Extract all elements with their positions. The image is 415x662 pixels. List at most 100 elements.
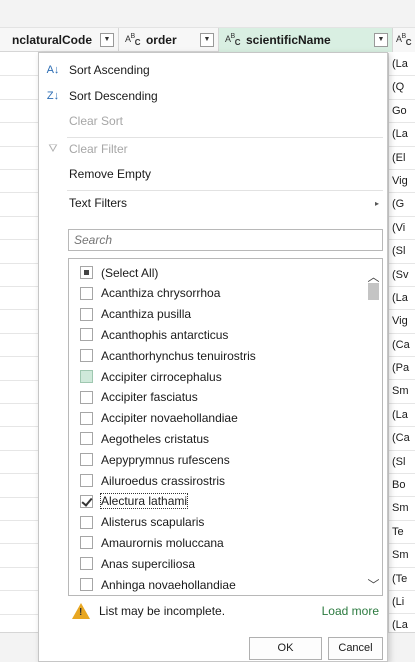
list-item-label: Accipiter novaehollandiae (101, 411, 238, 426)
checkbox[interactable] (80, 349, 93, 363)
column-header-label: scientificName (245, 33, 331, 47)
text-type-icon: ABC (125, 33, 140, 47)
column-header-order[interactable]: ABC order ▼ (119, 28, 219, 52)
checkbox[interactable] (80, 453, 93, 467)
grid-row-line (0, 75, 38, 77)
list-item[interactable]: Acanthorhynchus tenuirostris (69, 345, 256, 366)
grid-row-line (0, 122, 38, 124)
grid-cell[interactable]: Te (389, 521, 415, 545)
grid-cell[interactable]: (Pa (389, 357, 415, 381)
remove-empty-item[interactable]: Remove Empty (39, 161, 387, 187)
load-more-link[interactable]: Load more (322, 604, 379, 618)
checkbox[interactable] (80, 266, 93, 279)
grid-cell[interactable]: Bo (389, 474, 415, 498)
cancel-button[interactable]: Cancel (328, 637, 383, 660)
checkbox[interactable] (80, 328, 93, 342)
checkbox[interactable] (80, 515, 93, 529)
list-item[interactable]: Anas superciliosa (69, 553, 195, 574)
grid-row-line (0, 145, 38, 147)
grid-cell[interactable]: Vig (389, 170, 415, 194)
checkbox[interactable] (80, 390, 93, 404)
grid-cell[interactable]: (La (389, 53, 415, 77)
grid-cell[interactable]: (La (389, 123, 415, 147)
filter-dropdown-button[interactable]: ▼ (200, 33, 214, 47)
column-header-label: nclaturalCode (11, 33, 92, 47)
sort-descending-item[interactable]: Z↓ Sort Descending (39, 83, 387, 109)
list-item[interactable]: Anhinga novaehollandiae (69, 574, 236, 595)
grid-cell[interactable]: (Sl (389, 451, 415, 475)
grid-cell[interactable]: (Sl (389, 240, 415, 264)
grid-cell[interactable]: (La (389, 287, 415, 311)
grid-row-line (0, 403, 38, 404)
list-item[interactable]: Accipiter novaehollandiae (69, 408, 238, 429)
list-item[interactable]: Aepyprymnus rufescens (69, 449, 230, 470)
list-item[interactable]: Acanthophis antarcticus (69, 324, 228, 345)
grid-cell[interactable]: (Q (389, 76, 415, 100)
column-header-next[interactable]: ABC (393, 28, 415, 52)
grid-cell[interactable]: (Ca (389, 334, 415, 358)
list-item[interactable]: Acanthiza pusilla (69, 304, 191, 325)
checkbox[interactable] (80, 411, 93, 425)
checkbox[interactable] (80, 307, 93, 321)
list-item-label: Aegotheles cristatus (101, 431, 210, 446)
clear-filter-item[interactable]: ⛛ Clear Filter (39, 136, 387, 162)
filter-dropdown-panel: A↓ Sort Ascending Z↓ Sort Descending Cle… (38, 52, 388, 662)
value-checkbox-list: ︿ ﹀ (Select All) Acanthiza chrysorrhoa Aca… (68, 258, 383, 596)
list-item[interactable]: Acanthiza chrysorrhoa (69, 283, 220, 304)
list-item[interactable]: Aegotheles cristatus (69, 428, 209, 449)
clear-filter-icon: ⛛ (48, 142, 58, 155)
list-item[interactable]: Accipiter cirrocephalus (69, 366, 222, 387)
menu-item-label: Clear Sort (69, 114, 124, 128)
list-item-label: Amaurornis moluccana (101, 535, 224, 550)
grid-cell[interactable]: (El (389, 147, 415, 170)
grid-cell[interactable]: (Li (389, 591, 415, 615)
grid-cell[interactable]: (G (389, 193, 415, 217)
incomplete-list-warning: ! List may be incomplete. (72, 603, 225, 619)
select-all-item[interactable]: (Select All) (69, 262, 158, 283)
grid-cell[interactable]: Sm (389, 497, 415, 521)
grid-row-line (0, 379, 38, 381)
checkbox[interactable] (80, 494, 93, 508)
grid-row-line (0, 286, 38, 287)
checkbox[interactable] (80, 432, 93, 446)
grid-cell[interactable]: Sm (389, 544, 415, 568)
grid-row-line (0, 332, 38, 334)
list-scrollbar[interactable]: ︿ ﹀ (365, 259, 382, 595)
grid-cell[interactable]: Vig (389, 310, 415, 334)
grid-cell[interactable]: (Te (389, 568, 415, 591)
list-item-label: Accipiter fasciatus (101, 390, 198, 405)
text-type-icon: ABC (396, 33, 411, 47)
list-item[interactable]: Ailuroedus crassirostris (69, 470, 225, 491)
list-item[interactable]: Amaurornis moluccana (69, 532, 224, 553)
list-item-label: Anhinga novaehollandiae (101, 577, 236, 592)
column-header-scientificname[interactable]: ABC scientificName ▼ (219, 28, 393, 52)
grid-cell[interactable]: (La (389, 404, 415, 428)
list-item[interactable]: Accipiter fasciatus (69, 387, 198, 408)
grid-cell[interactable]: (Sv (389, 264, 415, 287)
filter-dropdown-button[interactable]: ▼ (100, 33, 114, 47)
ok-button[interactable]: OK (249, 637, 322, 660)
checkbox[interactable] (80, 578, 93, 591)
list-item-label: Acanthophis antarcticus (101, 327, 229, 342)
grid-cell[interactable]: (Ca (389, 427, 415, 451)
filter-dropdown-button[interactable]: ▼ (374, 33, 388, 47)
list-item[interactable]: Alisterus scapularis (69, 512, 204, 533)
grid-left-area (0, 52, 38, 638)
scrollbar-thumb[interactable] (368, 283, 379, 300)
column-header-nomenclaturalcode[interactable]: nclaturalCode ▼ (0, 28, 119, 52)
checkbox[interactable] (80, 474, 93, 487)
checkbox[interactable] (80, 286, 93, 300)
text-filters-item[interactable]: Text Filters ▸ (39, 190, 387, 216)
checkbox[interactable] (80, 370, 93, 383)
checkbox[interactable] (80, 557, 93, 571)
grid-cell[interactable]: Sm (389, 380, 415, 404)
sort-ascending-item[interactable]: A↓ Sort Ascending (39, 57, 387, 83)
clear-sort-item[interactable]: Clear Sort (39, 108, 387, 134)
list-item-label: Accipiter cirrocephalus (101, 369, 222, 384)
search-input[interactable] (68, 229, 383, 251)
checkbox[interactable] (80, 536, 93, 550)
grid-cell[interactable]: (Vi (389, 217, 415, 241)
grid-cell[interactable]: Go (389, 100, 415, 124)
scroll-down-icon[interactable]: ﹀ (365, 577, 382, 593)
list-item[interactable]: Alectura lathami (69, 491, 189, 512)
